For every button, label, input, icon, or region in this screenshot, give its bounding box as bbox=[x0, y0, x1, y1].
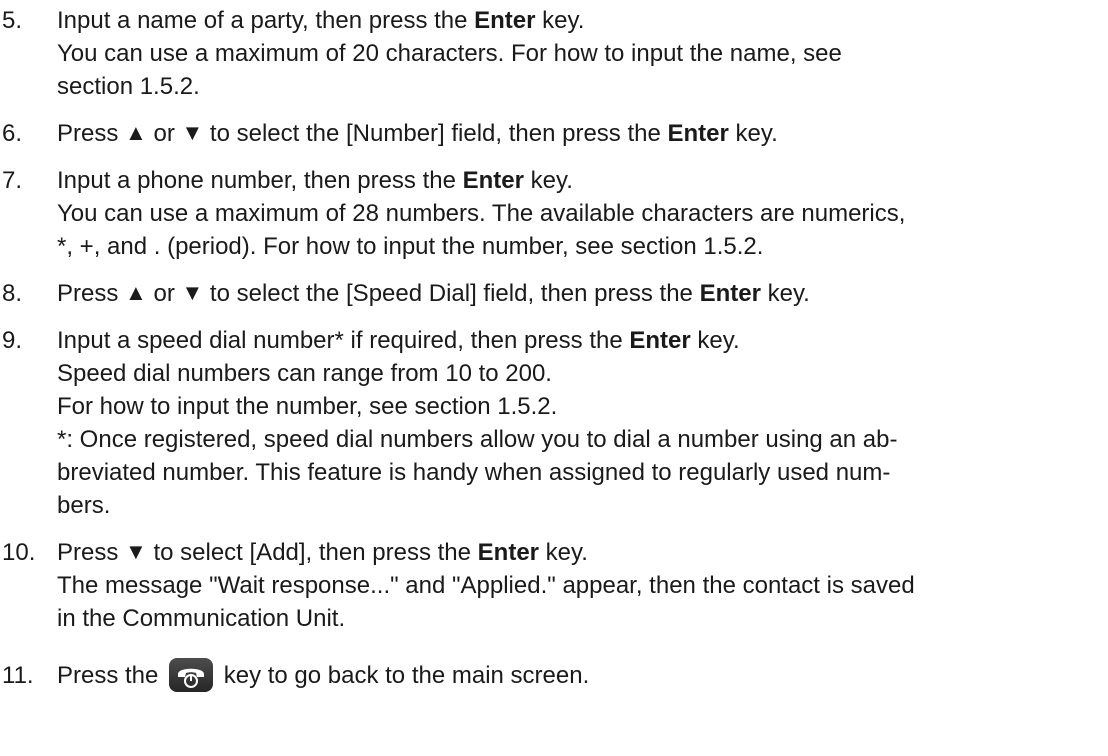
instruction-document: 5. Input a name of a party, then press t… bbox=[0, 0, 1108, 692]
step-number: 8. bbox=[2, 280, 23, 307]
enter-key-label: Enter bbox=[629, 327, 691, 354]
step-detail: You can use a maximum of 28 numbers. The… bbox=[57, 200, 906, 227]
step-detail: *, +, and . (period). For how to input t… bbox=[57, 233, 764, 260]
step-9: 9. Input a speed dial number* if require… bbox=[0, 324, 1108, 522]
step-body: Press ▼ to select [Add], then press the … bbox=[57, 536, 1108, 635]
up-arrow-icon: ▲ bbox=[125, 120, 147, 145]
step-instruction: Input a speed dial number* if required, … bbox=[57, 327, 740, 354]
down-arrow-icon: ▼ bbox=[181, 280, 204, 305]
phone-handset-icon bbox=[178, 668, 205, 688]
step-instruction: Press ▲ or ▼ to select the [Number] fiel… bbox=[57, 117, 1100, 150]
step-instruction: Press the key to go back to the main scr… bbox=[57, 657, 1100, 692]
step-body: Input a speed dial number* if required, … bbox=[57, 324, 1108, 522]
step-5: 5. Input a name of a party, then press t… bbox=[0, 4, 1108, 103]
up-arrow-icon: ▲ bbox=[125, 280, 147, 305]
step-detail: For how to input the number, see section… bbox=[57, 393, 558, 420]
step-number: 5. bbox=[2, 7, 23, 34]
step-7: 7. Input a phone number, then press the … bbox=[0, 164, 1108, 263]
step-body: Press ▲ or ▼ to select the [Speed Dial] … bbox=[57, 277, 1108, 310]
step-detail: section 1.5.2. bbox=[57, 73, 200, 100]
step-footnote: breviated number. This feature is handy … bbox=[57, 459, 891, 486]
enter-key-label: Enter bbox=[462, 167, 524, 194]
step-instruction: Input a name of a party, then press the … bbox=[57, 7, 585, 34]
step-body: Press the key to go back to the main scr… bbox=[57, 657, 1108, 692]
step-body: Press ▲ or ▼ to select the [Number] fiel… bbox=[57, 117, 1108, 150]
step-number: 10. bbox=[2, 539, 36, 566]
enter-key-label: Enter bbox=[477, 539, 540, 566]
step-detail: The message "Wait response..." and "Appl… bbox=[57, 572, 915, 599]
step-number: 6. bbox=[2, 120, 23, 147]
enter-key-label: Enter bbox=[667, 120, 729, 147]
step-detail: You can use a maximum of 20 characters. … bbox=[57, 40, 842, 67]
step-number: 7. bbox=[2, 167, 23, 194]
step-6: 6. Press ▲ or ▼ to select the [Number] f… bbox=[0, 117, 1108, 150]
phone-hangup-key-icon bbox=[169, 657, 214, 692]
down-arrow-icon: ▼ bbox=[125, 539, 147, 564]
step-body: Input a name of a party, then press the … bbox=[57, 4, 1108, 103]
step-8: 8. Press ▲ or ▼ to select the [Speed Dia… bbox=[0, 277, 1108, 310]
step-detail: in the Communication Unit. bbox=[57, 605, 346, 632]
enter-key-label: Enter bbox=[699, 280, 761, 307]
down-arrow-icon: ▼ bbox=[181, 120, 204, 145]
step-10: 10. Press ▼ to select [Add], then press … bbox=[0, 536, 1108, 635]
step-detail: Speed dial numbers can range from 10 to … bbox=[57, 360, 552, 387]
step-footnote: *: Once registered, speed dial numbers a… bbox=[57, 426, 898, 453]
step-number: 9. bbox=[2, 327, 23, 354]
step-instruction: Press ▲ or ▼ to select the [Speed Dial] … bbox=[57, 277, 1100, 310]
step-body: Input a phone number, then press the Ent… bbox=[57, 164, 1108, 263]
step-number: 11. bbox=[2, 662, 34, 689]
step-footnote: bers. bbox=[57, 492, 111, 519]
enter-key-label: Enter bbox=[474, 7, 536, 34]
step-instruction: Press ▼ to select [Add], then press the … bbox=[57, 536, 1100, 569]
step-instruction: Input a phone number, then press the Ent… bbox=[57, 167, 573, 194]
step-11: 11. Press the key to go back to the main… bbox=[0, 657, 1108, 692]
